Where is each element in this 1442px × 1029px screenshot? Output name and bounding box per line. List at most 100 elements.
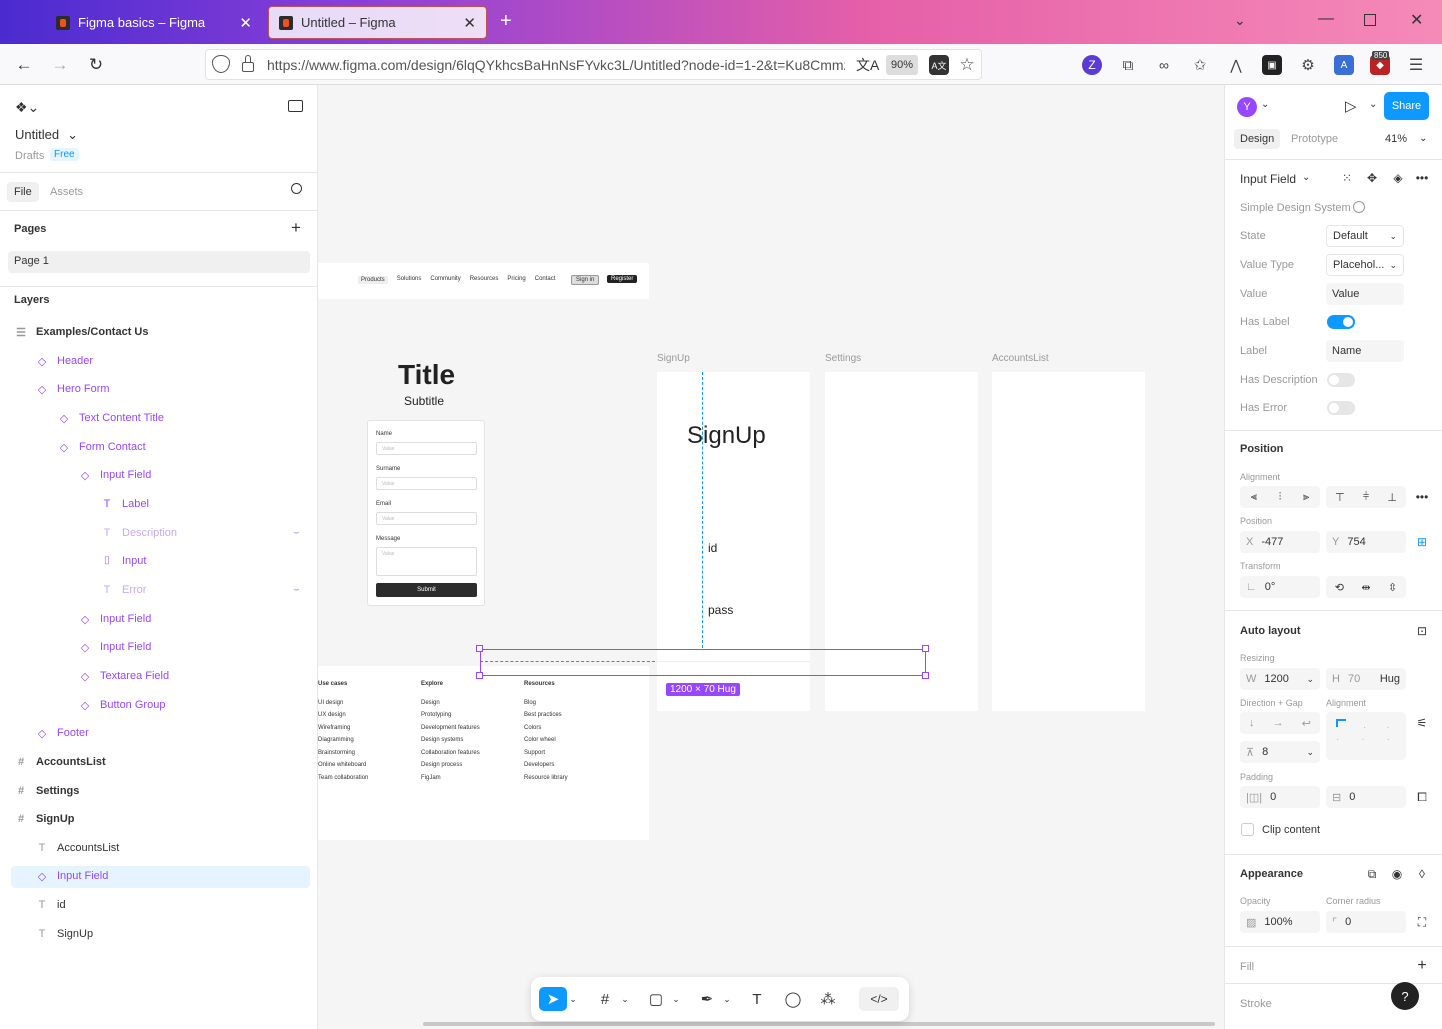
footer-link[interactable]: Design process [421, 759, 480, 772]
star-list-icon[interactable]: ✩ [1190, 55, 1210, 75]
layer-textarea-field[interactable]: ◇ Textarea Field [78, 662, 169, 690]
horizontal-scrollbar[interactable] [423, 1022, 1215, 1026]
footer-link[interactable]: UX design [318, 709, 368, 722]
lock-icon[interactable] [242, 62, 254, 72]
add-fill-icon[interactable]: + [1412, 956, 1432, 976]
nav-link[interactable]: Products [358, 276, 388, 284]
footer-link[interactable]: Diagramming [318, 734, 368, 747]
chevron-down-icon[interactable]: ⌄ [670, 987, 682, 1011]
wrap-direction-icon[interactable]: ↩ [1302, 717, 1311, 730]
id-text[interactable]: id [708, 541, 717, 555]
horizontal-direction-icon[interactable]: → [1273, 717, 1284, 729]
y-input[interactable]: Y 754 [1326, 531, 1406, 553]
footer-link[interactable]: Support [524, 747, 568, 760]
email-input[interactable]: Value [376, 512, 477, 525]
state-dropdown[interactable]: Default ⌄ [1326, 225, 1404, 247]
tab-prototype[interactable]: Prototype [1291, 133, 1338, 145]
account-icon[interactable]: ⋀ [1226, 55, 1246, 75]
layer-signup-text[interactable]: T SignUp [35, 920, 93, 948]
rotate-icon[interactable]: ⟲ [1335, 581, 1344, 594]
layer-accountslist[interactable]: # AccountsList [14, 748, 106, 776]
browser-tab-untitled[interactable]: Untitled – Figma ✕ [268, 6, 487, 39]
footer-link[interactable]: Development features [421, 722, 480, 735]
resize-handle[interactable] [476, 672, 483, 679]
submit-button[interactable]: Submit [376, 583, 477, 597]
maximize-icon[interactable] [1364, 14, 1376, 26]
page-item[interactable]: Page 1 [8, 251, 310, 273]
height-input[interactable]: H 70 Hug [1326, 668, 1406, 690]
nav-link[interactable]: Community [430, 276, 460, 284]
tab-list-chevron-icon[interactable]: ⌄ [1234, 12, 1246, 29]
zoom-percentage[interactable]: 41% [1385, 133, 1407, 145]
resize-handle[interactable] [922, 672, 929, 679]
layer-form-contact[interactable]: ◇ Form Contact [57, 433, 146, 461]
layer-input-field[interactable]: ◇ Input Field [78, 605, 152, 633]
footer-link[interactable]: Design systems [421, 734, 480, 747]
search-icon[interactable] [291, 183, 302, 194]
layer-label[interactable]: T Label [100, 490, 149, 518]
constraints-icon[interactable]: ⊞ [1412, 532, 1432, 552]
layer-input-field-selected[interactable]: ◇ Input Field [35, 862, 109, 890]
layer-header[interactable]: ◇ Header [35, 347, 93, 375]
footer-link[interactable]: Best practices [524, 709, 568, 722]
layer-examples-contact-us[interactable]: ☰ Examples/Contact Us [14, 318, 148, 346]
z-extension-icon[interactable]: Z [1082, 55, 1102, 75]
value-type-dropdown[interactable]: Placehol... ⌄ [1326, 254, 1404, 276]
library-name[interactable]: Simple Design System [1240, 202, 1351, 214]
message-textarea[interactable]: Value [376, 547, 477, 576]
layer-signup[interactable]: # SignUp [14, 805, 75, 833]
extensions-puzzle-icon[interactable]: ⧉ [1118, 55, 1138, 75]
resize-handle[interactable] [922, 645, 929, 652]
chevron-down-icon[interactable]: ⌄ [1261, 99, 1269, 110]
align-center-icon[interactable]: ⫶ [1279, 491, 1282, 504]
chevron-down-icon[interactable]: ⌄ [1369, 99, 1377, 110]
layer-accountslist-text[interactable]: T AccountsList [35, 834, 120, 862]
layer-footer[interactable]: ◇ Footer [35, 719, 89, 747]
name-input[interactable]: Value [376, 442, 477, 455]
footer-link[interactable]: Team collaboration [318, 772, 368, 785]
align-middle-icon[interactable]: ⫩ [1363, 491, 1369, 504]
close-tab-icon[interactable]: ✕ [239, 14, 252, 32]
hero-title[interactable]: Title [398, 359, 455, 391]
blend-mode-drop-icon[interactable]: ◊ [1412, 864, 1432, 884]
back-arrow-icon[interactable]: ← [12, 53, 36, 77]
contact-form[interactable]: Name Value Surname Value Email Value Mes… [367, 420, 485, 606]
nav-link[interactable]: Solutions [397, 276, 422, 284]
layer-input-field[interactable]: ◇ Input Field [78, 461, 152, 489]
layer-input[interactable]: ⌷ Input [100, 547, 147, 575]
signup-title[interactable]: SignUp [687, 422, 766, 450]
help-button[interactable]: ? [1391, 982, 1419, 1010]
footer-link[interactable]: Developers [524, 759, 568, 772]
footer-frame[interactable]: Use cases UI design UX design Wireframin… [318, 666, 649, 840]
new-tab-button[interactable]: + [500, 10, 512, 33]
chevron-down-icon[interactable]: ⌄ [567, 987, 579, 1011]
pen-tool-icon[interactable]: ✒ [693, 987, 721, 1011]
tab-assets[interactable]: Assets [50, 186, 83, 198]
sidebar-toggle-icon[interactable] [288, 100, 303, 112]
tab-file[interactable]: File [7, 182, 39, 202]
horizontal-padding-input[interactable]: |◫| 0 [1240, 786, 1320, 808]
resize-handle[interactable] [476, 645, 483, 652]
footer-link[interactable]: Blog [524, 697, 568, 710]
individual-padding-icon[interactable]: ⧠ [1412, 787, 1432, 807]
close-window-icon[interactable]: ✕ [1410, 10, 1423, 30]
move-tool-icon[interactable]: ➤ [539, 987, 567, 1011]
translate-extension-icon[interactable]: A文 [929, 55, 949, 75]
browser-tab-figma-basics[interactable]: Figma basics – Figma ✕ [46, 6, 262, 39]
footer-link[interactable]: Design [421, 697, 480, 710]
hero-subtitle[interactable]: Subtitle [404, 394, 444, 408]
alignment-grid[interactable]: ·· ··· [1326, 712, 1406, 760]
globe-icon[interactable] [1353, 201, 1365, 213]
align-left-icon[interactable]: ⫷ [1251, 491, 1257, 504]
layout-settings-icon[interactable]: ⚟ [1412, 713, 1432, 733]
component-icon[interactable]: ✥ [1362, 168, 1382, 188]
layer-id[interactable]: Tid [35, 891, 66, 919]
add-page-icon[interactable]: + [291, 218, 301, 238]
avatar[interactable]: Y [1237, 97, 1257, 117]
hidden-eye-icon[interactable]: ⌣ [293, 584, 300, 595]
hidden-eye-icon[interactable]: ⌣ [293, 527, 300, 538]
reload-icon[interactable]: ↻ [84, 53, 108, 77]
detach-instance-icon[interactable]: ◈ [1388, 168, 1408, 188]
has-description-toggle[interactable] [1327, 373, 1355, 387]
tab-design[interactable]: Design [1234, 129, 1281, 149]
